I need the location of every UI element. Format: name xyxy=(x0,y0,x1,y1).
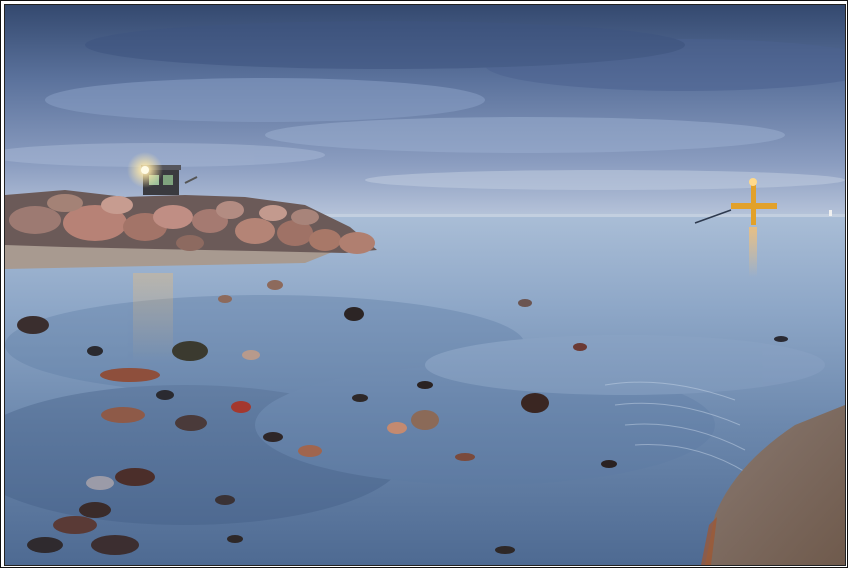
light-reflection xyxy=(133,273,173,363)
seascape-scene xyxy=(5,5,845,565)
distant-buoy xyxy=(829,210,832,216)
photo-frame xyxy=(0,0,848,568)
buoy-reflection xyxy=(749,227,757,277)
photograph xyxy=(4,4,846,566)
